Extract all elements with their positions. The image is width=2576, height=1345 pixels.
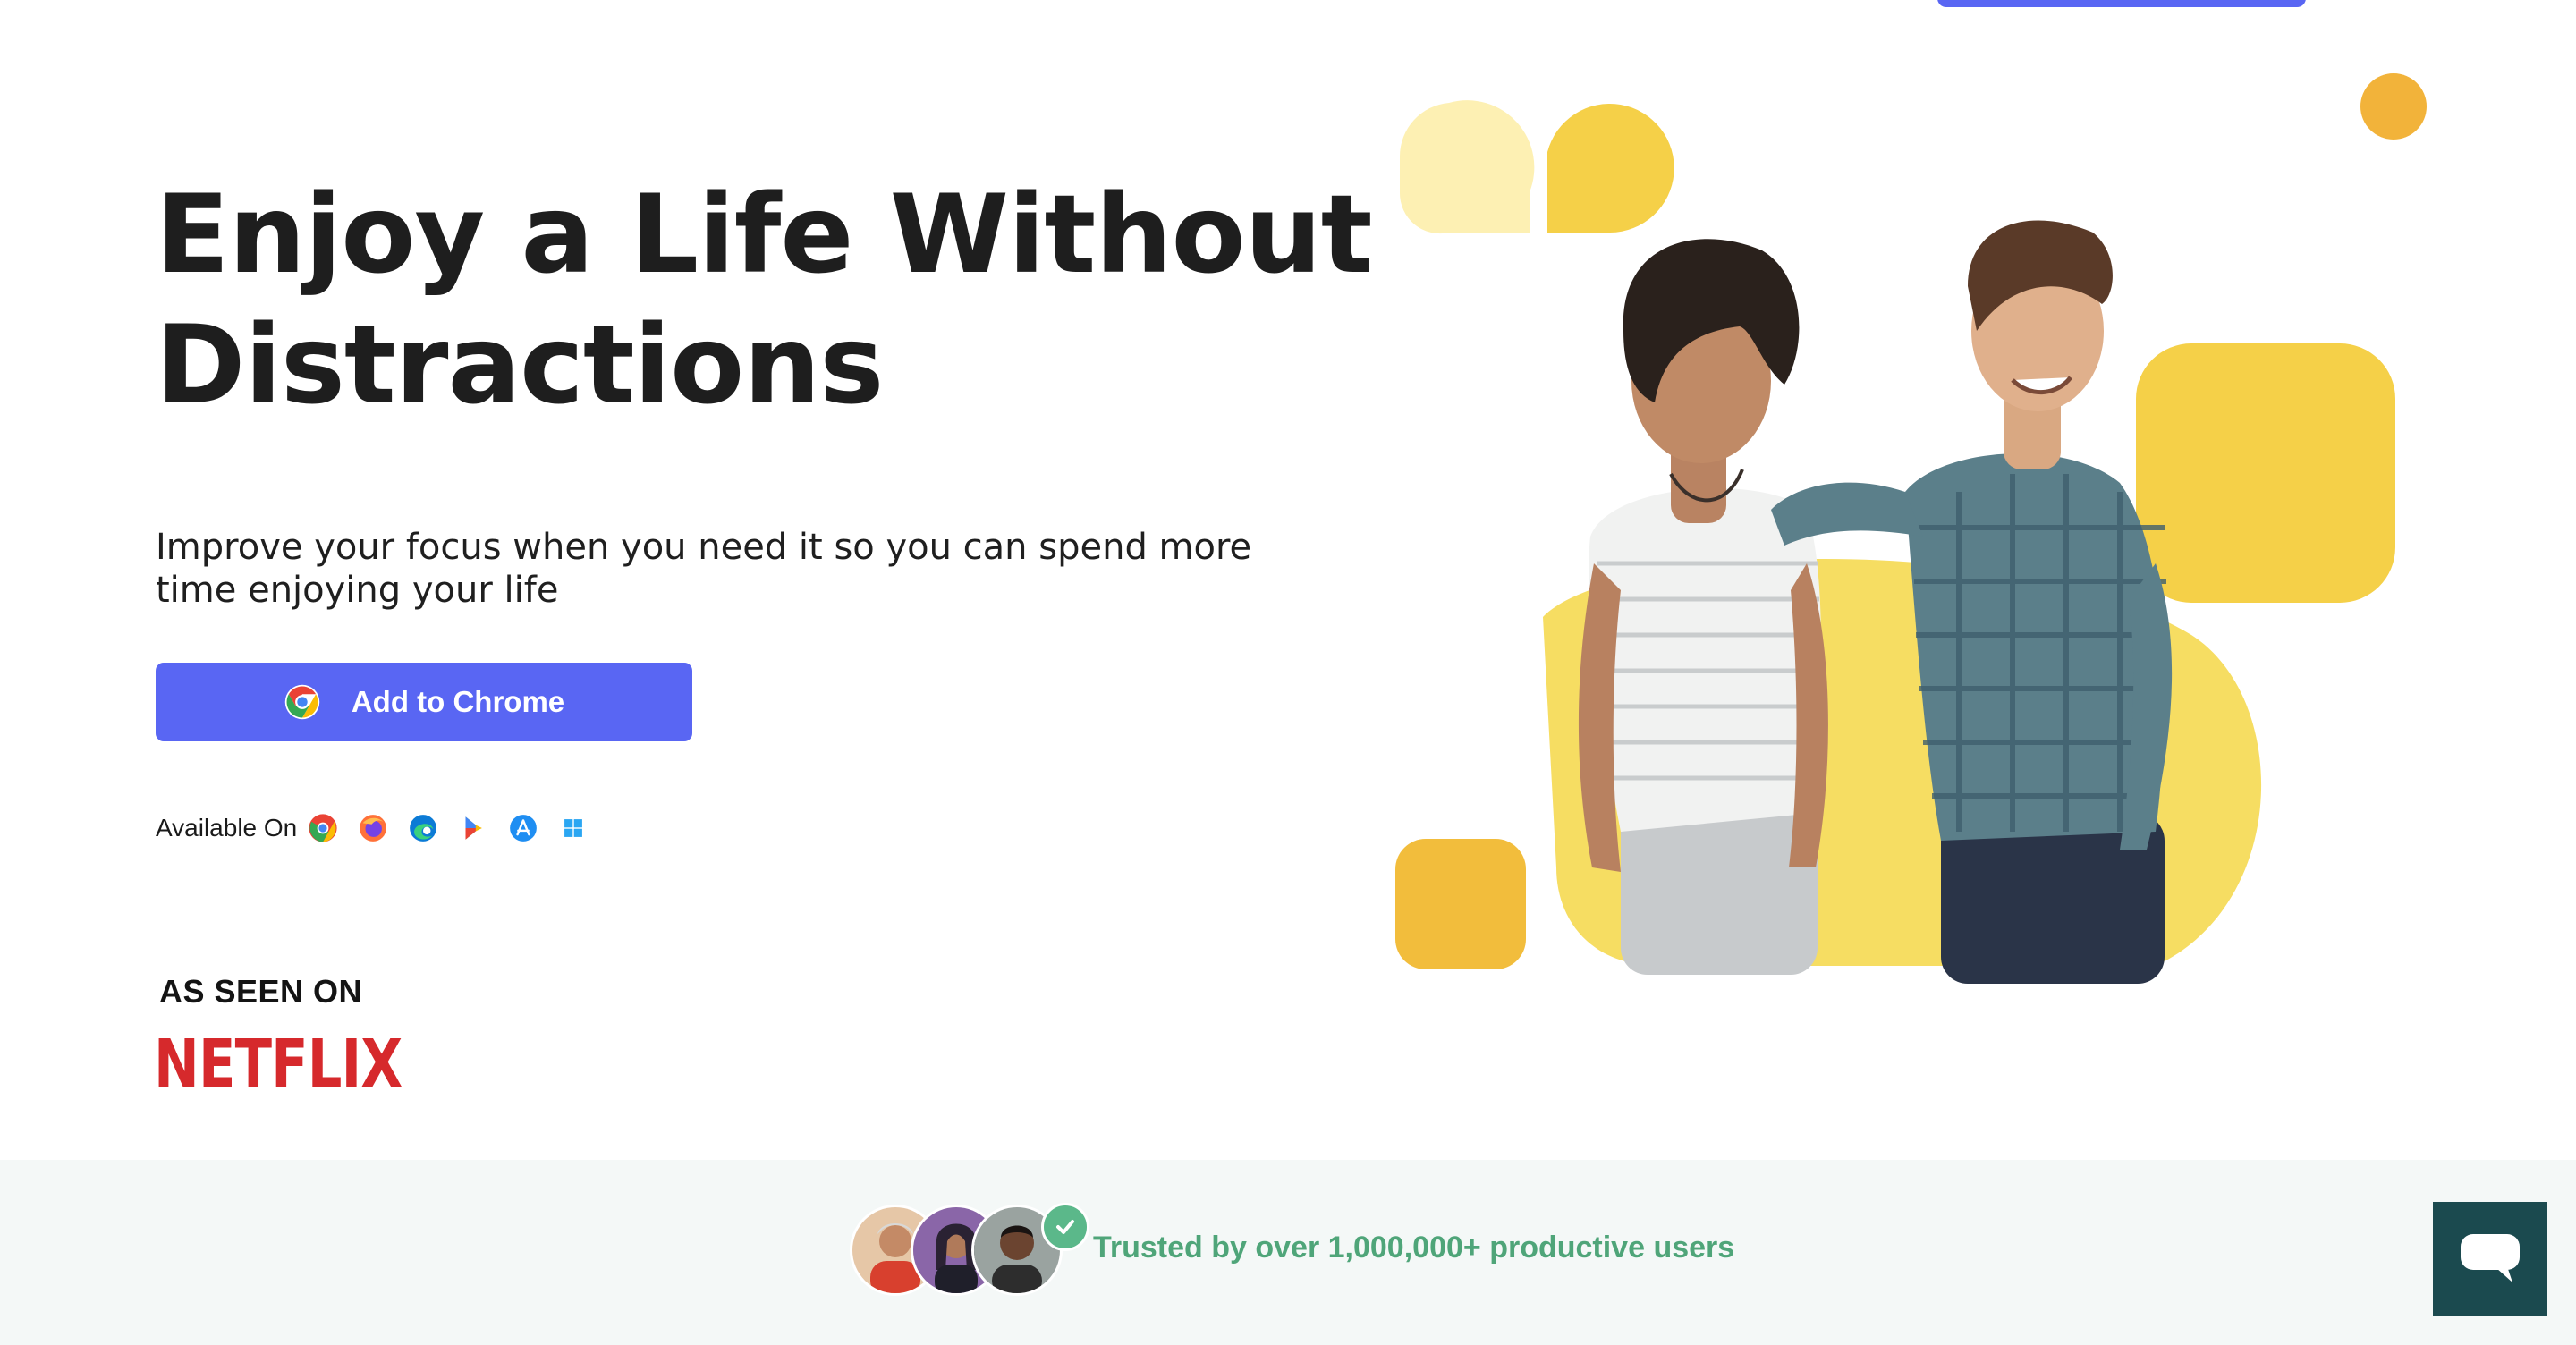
chrome-icon — [284, 684, 320, 720]
add-to-chrome-button[interactable]: Add to Chrome — [156, 663, 692, 741]
edge-icon[interactable] — [408, 813, 438, 843]
available-on-label: Available On — [156, 814, 298, 842]
hero-illustration — [1395, 73, 2427, 984]
hero-subtitle: Improve your focus when you need it so y… — [156, 527, 1252, 611]
orange-dot-shape — [2360, 73, 2427, 140]
orange-square-shape — [1395, 839, 1526, 969]
chat-button[interactable] — [2433, 1202, 2547, 1316]
chat-bubble-icon — [2461, 1234, 2520, 1282]
app-store-icon[interactable] — [508, 813, 538, 843]
cream-blob-shape — [1399, 100, 1535, 234]
as-seen-on-heading: AS SEEN ON — [159, 973, 363, 1010]
yellow-blob-shape — [1547, 104, 1674, 233]
available-on-row: Available On — [156, 803, 608, 853]
person-left — [1578, 239, 1828, 975]
chrome-icon[interactable] — [308, 813, 338, 843]
trust-text: Trusted by over 1,000,000+ productive us… — [1093, 1230, 1735, 1265]
add-to-chrome-label: Add to Chrome — [351, 685, 565, 718]
verified-check-icon — [1041, 1203, 1089, 1251]
play-store-icon[interactable] — [458, 813, 488, 843]
header-cta-button[interactable] — [1937, 0, 2306, 7]
hero-title: Enjoy a Life Without Distractions — [156, 170, 1408, 431]
user-avatars — [850, 1203, 1093, 1296]
hero-title-line-2: Distractions — [156, 302, 884, 428]
hero-title-line-1: Enjoy a Life Without — [156, 172, 1373, 298]
trust-row: Trusted by over 1,000,000+ productive us… — [850, 1203, 1735, 1296]
windows-icon[interactable] — [558, 813, 589, 843]
netflix-logo: NETFLIX — [154, 1026, 402, 1103]
firefox-icon[interactable] — [358, 813, 388, 843]
yellow-square-shape — [2136, 343, 2395, 603]
